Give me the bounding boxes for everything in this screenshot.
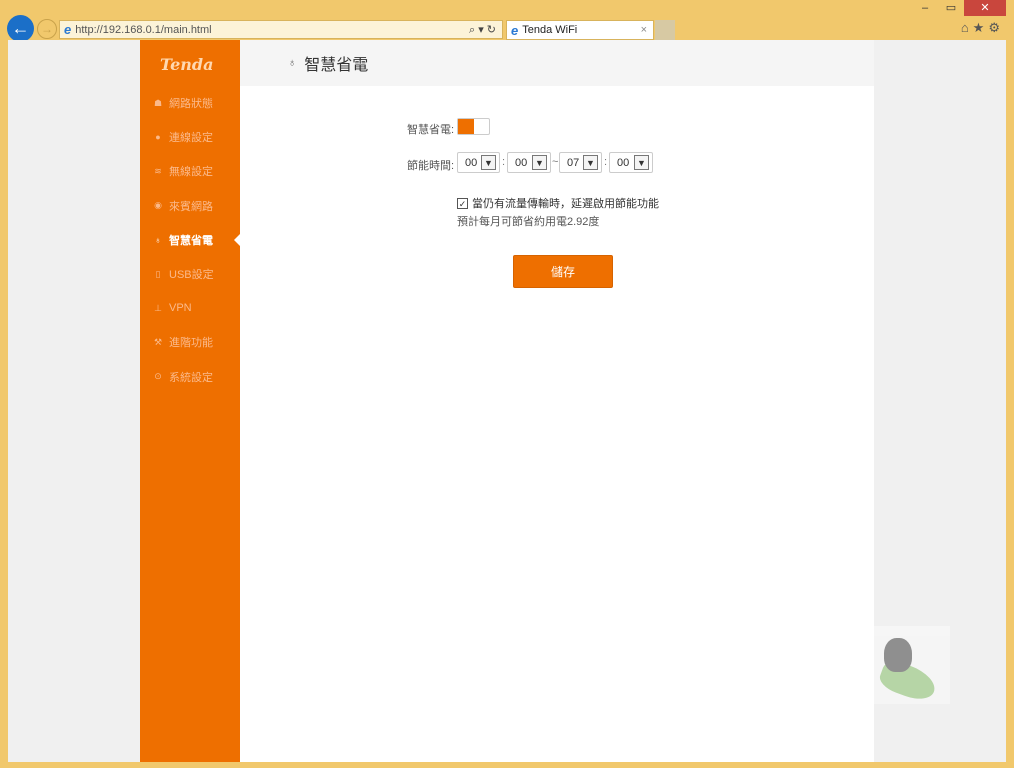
sidebar-item-label: 進階功能 xyxy=(169,337,213,350)
end-minute-select[interactable]: 00 ▼ xyxy=(609,152,653,173)
window-controls: – ▭ ✕ xyxy=(912,0,1006,16)
forward-button[interactable]: → xyxy=(37,19,57,39)
sidebar-item-label: 連線設定 xyxy=(169,132,213,145)
vpn-icon: ⊥ xyxy=(154,302,162,313)
bulb-icon: ♁ xyxy=(154,234,162,245)
colon: : xyxy=(502,156,506,168)
tilde: ~ xyxy=(552,156,559,168)
sidebar-item-label: USB設定 xyxy=(169,269,214,281)
close-button[interactable]: ✕ xyxy=(964,0,1006,16)
watermark-bear-logo xyxy=(874,626,950,705)
usb-icon: ▯ xyxy=(155,268,161,279)
gear-icon: ⊙ xyxy=(154,371,162,382)
start-minute-select[interactable]: 00 ▼ xyxy=(507,152,551,173)
sidebar-item-label: 智慧省電 xyxy=(169,234,213,247)
power-saving-label: 智慧省電: xyxy=(407,124,455,136)
sidebar-item-label: 網路狀態 xyxy=(169,98,213,110)
chevron-down-icon: ▼ xyxy=(532,155,547,170)
bulb-icon: ♁ xyxy=(288,57,297,69)
tenda-logo: Tenda xyxy=(160,55,214,74)
sidebar-item-label: 來賓網路 xyxy=(169,200,213,213)
end-hour-select[interactable]: 07 ▼ xyxy=(559,152,602,173)
guest-icon: ◉ xyxy=(154,200,162,211)
sidebar-item-label: 無線設定 xyxy=(169,166,213,179)
ie-icon: e xyxy=(64,22,72,37)
address-bar[interactable]: e http://192.168.0.1/main.html ⌕ ▾ ↻ xyxy=(59,20,503,39)
delay-checkbox[interactable]: ✓ 當仍有流量傳輸時，延遲啟用節能功能 xyxy=(457,195,659,211)
sidebar-item-7[interactable]: ⚒ 進階功能 xyxy=(140,332,240,352)
sidebar-item-5[interactable]: ▯ USB設定 xyxy=(140,264,240,284)
save-button[interactable]: 儲存 xyxy=(513,255,613,288)
ie-icon: e xyxy=(511,22,519,38)
page-header: ♁ 智慧省電 xyxy=(240,40,874,86)
wifi-icon: ≋ xyxy=(154,165,162,176)
minimize-button[interactable]: – xyxy=(912,0,938,16)
end-minute-value: 00 xyxy=(617,156,630,169)
sidebar-item-0[interactable]: ☗ 網路狀態 xyxy=(140,93,240,113)
maximize-button[interactable]: ▭ xyxy=(938,0,964,16)
checkbox-checked-icon[interactable]: ✓ xyxy=(457,197,468,209)
tab-close-icon[interactable]: × xyxy=(641,24,647,36)
address-tools-icon[interactable]: ⌕ ▾ ↻ xyxy=(469,23,496,37)
sidebar-item-6[interactable]: ⊥ VPN xyxy=(140,298,240,318)
colon: : xyxy=(604,156,608,168)
url-text[interactable]: http://192.168.0.1/main.html xyxy=(75,24,211,36)
home-favorites-settings-icons[interactable]: ⌂★⚙ xyxy=(961,20,1004,36)
sidebar-item-label: 系統設定 xyxy=(169,371,213,384)
new-tab-button[interactable] xyxy=(655,20,675,40)
page-title: 智慧省電 xyxy=(304,57,369,74)
start-minute-value: 00 xyxy=(515,156,528,169)
wrench-icon: ⚒ xyxy=(153,336,163,347)
sidebar-item-4[interactable]: ♁ 智慧省電 xyxy=(140,230,240,250)
sidebar: Tenda ☗ 網路狀態 ● 連線設定 ≋ 無線設定 ◉ 來賓網路 ♁ 智慧省電 ▯ USB設定 ⊥ VP… xyxy=(140,40,240,762)
delay-label: 當仍有流量傳輸時，延遲啟用節能功能 xyxy=(472,198,659,210)
chevron-down-icon: ▼ xyxy=(634,155,649,170)
time-label: 節能時間: xyxy=(407,160,455,172)
sidebar-item-label: VPN xyxy=(169,302,192,315)
chevron-down-icon: ▼ xyxy=(583,155,598,170)
start-hour-select[interactable]: 00 ▼ xyxy=(457,152,500,173)
tab-title: Tenda WiFi xyxy=(522,24,578,36)
sidebar-item-8[interactable]: ⊙ 系統設定 xyxy=(140,367,240,387)
sidebar-item-2[interactable]: ≋ 無線設定 xyxy=(140,161,240,181)
page-viewport: Tenda ☗ 網路狀態 ● 連線設定 ≋ 無線設定 ◉ 來賓網路 ♁ 智慧省電 ▯ USB設定 ⊥ VP… xyxy=(8,40,1006,762)
status-icon: ☗ xyxy=(153,97,163,108)
chevron-down-icon: ▼ xyxy=(481,155,496,170)
back-button[interactable]: ← xyxy=(7,15,34,42)
browser-tab[interactable]: e Tenda WiFi × xyxy=(506,20,654,40)
globe-icon: ● xyxy=(155,132,161,143)
sidebar-item-3[interactable]: ◉ 來賓網路 xyxy=(140,196,240,216)
power-saving-toggle[interactable] xyxy=(457,118,490,135)
end-hour-value: 07 xyxy=(567,156,580,169)
main-content: ♁ 智慧省電 智慧省電: 節能時間: 00 ▼ : 00 ▼ ~ 07 ▼ : 00 ▼… xyxy=(240,40,874,762)
start-hour-value: 00 xyxy=(465,156,478,169)
estimate-text: 預計每月可節省約用電2.92度 xyxy=(457,216,600,228)
sidebar-item-1[interactable]: ● 連線設定 xyxy=(140,127,240,147)
